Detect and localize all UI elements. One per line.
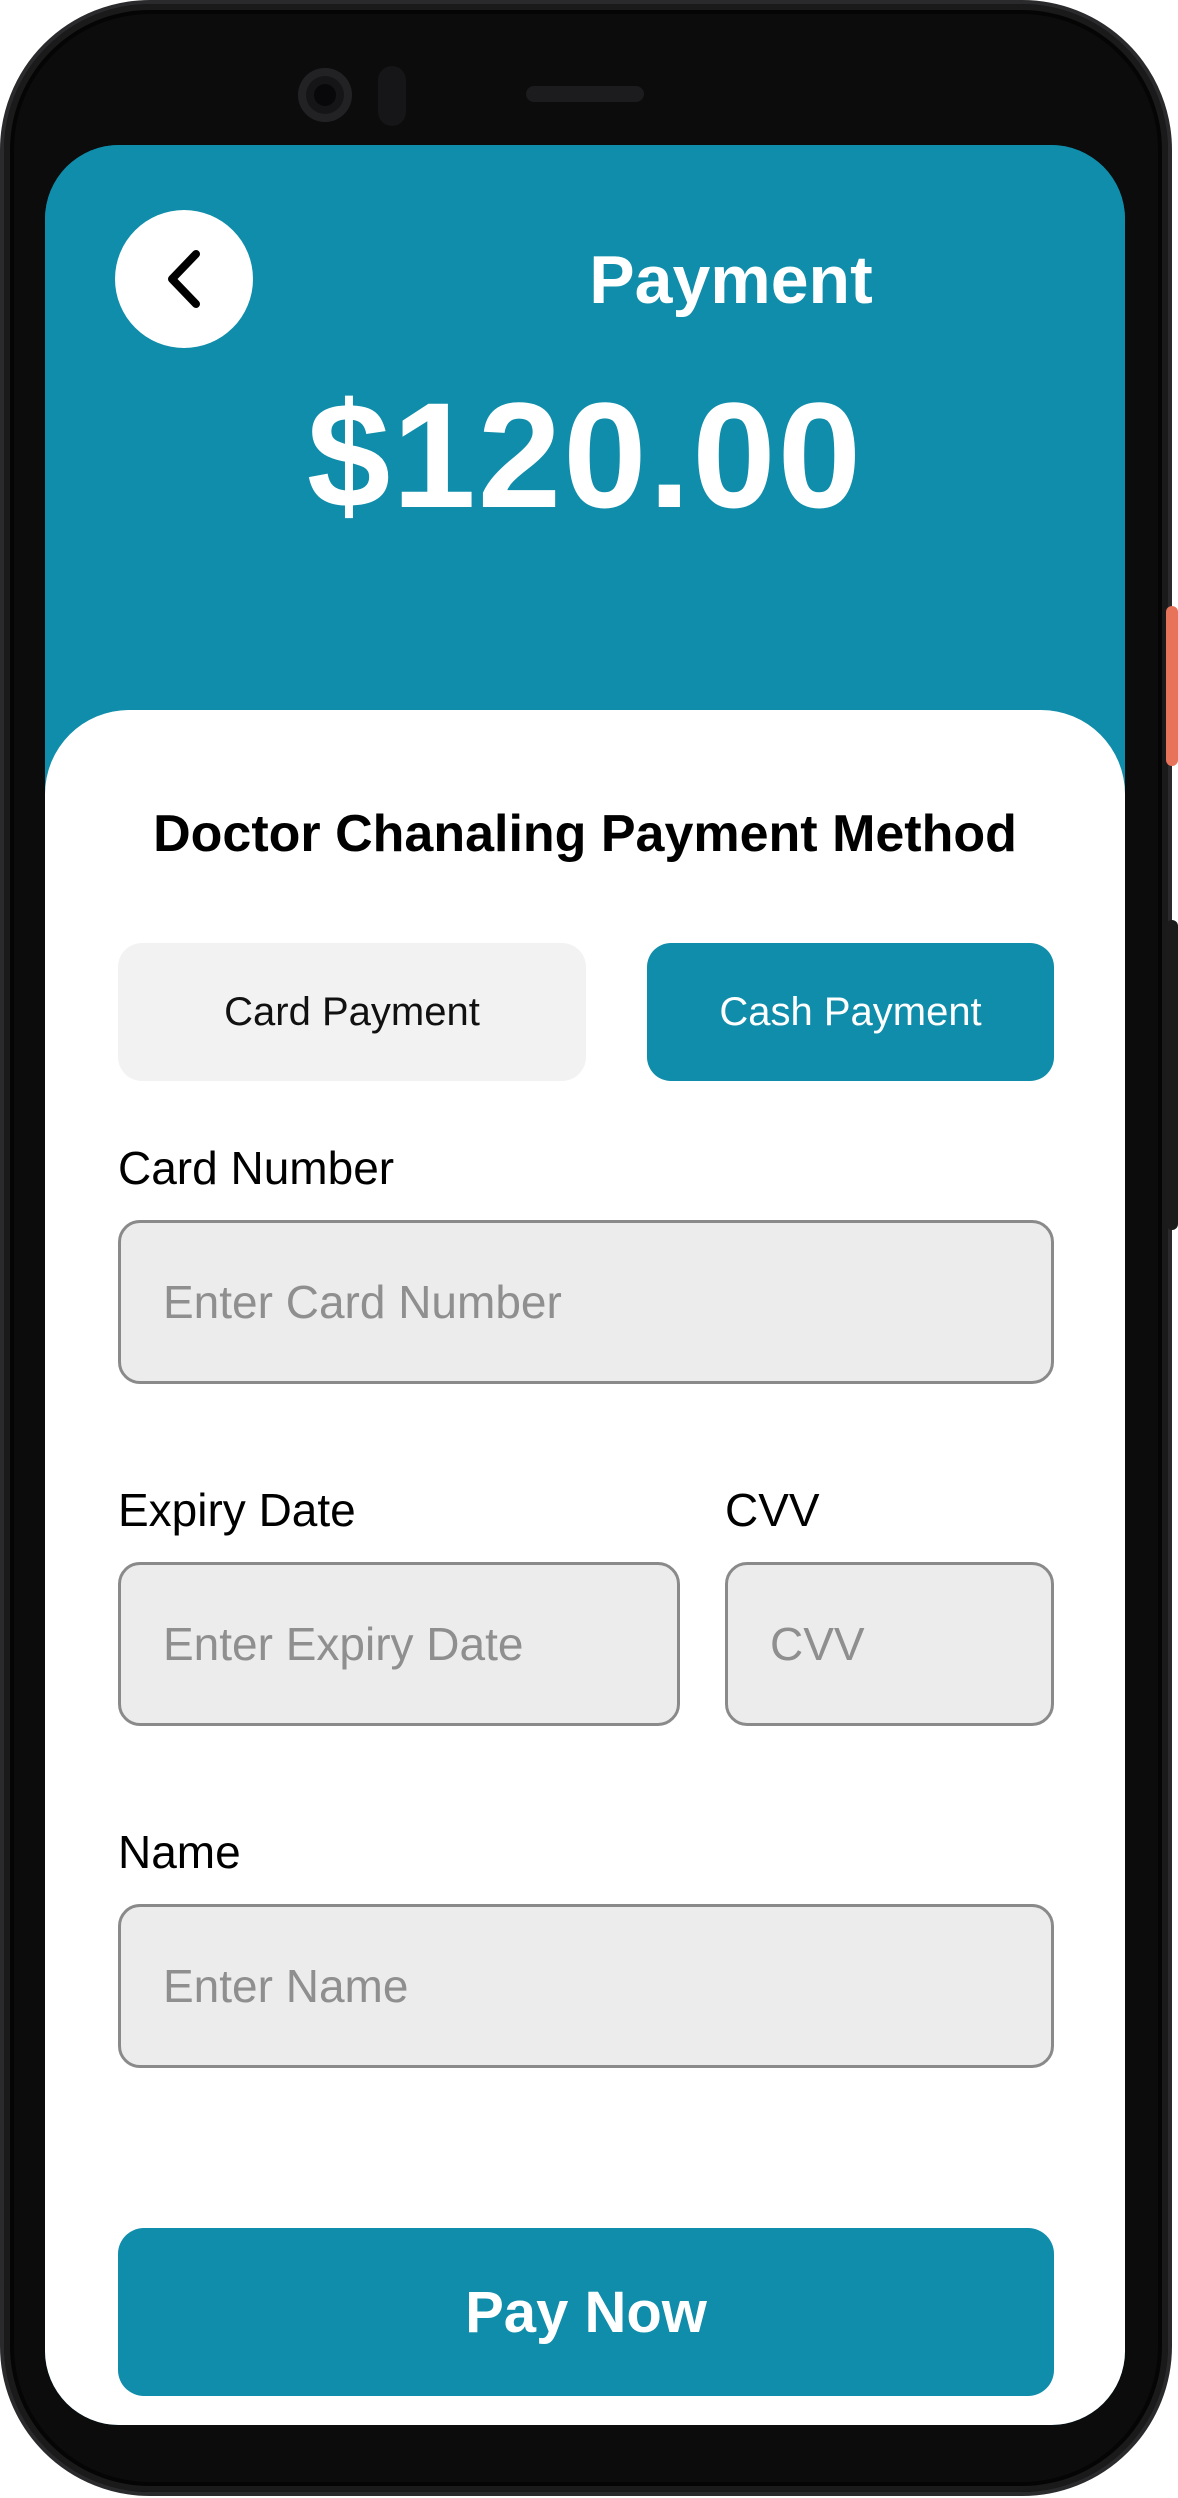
pay-now-button[interactable]: Pay Now bbox=[118, 2228, 1054, 2396]
cvv-label: CVV bbox=[725, 1484, 820, 1536]
earpiece-speaker bbox=[526, 86, 644, 102]
payment-amount: $120.00 bbox=[306, 371, 864, 539]
payment-form-card: Doctor Chanaling Payment Method Card Pay… bbox=[45, 710, 1125, 2425]
cvv-field[interactable] bbox=[725, 1562, 1054, 1726]
card-number-field[interactable] bbox=[118, 1220, 1054, 1384]
name-label: Name bbox=[118, 1826, 241, 1878]
page-title: Payment bbox=[589, 242, 873, 318]
proximity-sensor bbox=[378, 66, 406, 126]
name-field[interactable] bbox=[118, 1904, 1054, 2068]
payment-header: Payment $120.00 bbox=[45, 145, 1125, 745]
tab-cash-payment[interactable]: Cash Payment bbox=[647, 943, 1054, 1081]
app-screen: Payment $120.00 Doctor Chanaling Payment… bbox=[45, 145, 1125, 2425]
volume-button bbox=[1166, 920, 1178, 1230]
tab-card-payment[interactable]: Card Payment bbox=[118, 943, 586, 1081]
expiry-date-label: Expiry Date bbox=[118, 1484, 356, 1536]
card-number-label: Card Number bbox=[118, 1142, 395, 1194]
payment-method-title: Doctor Chanaling Payment Method bbox=[153, 805, 1017, 863]
power-button bbox=[1166, 606, 1178, 766]
front-camera bbox=[298, 68, 352, 122]
expiry-date-field[interactable] bbox=[118, 1562, 680, 1726]
